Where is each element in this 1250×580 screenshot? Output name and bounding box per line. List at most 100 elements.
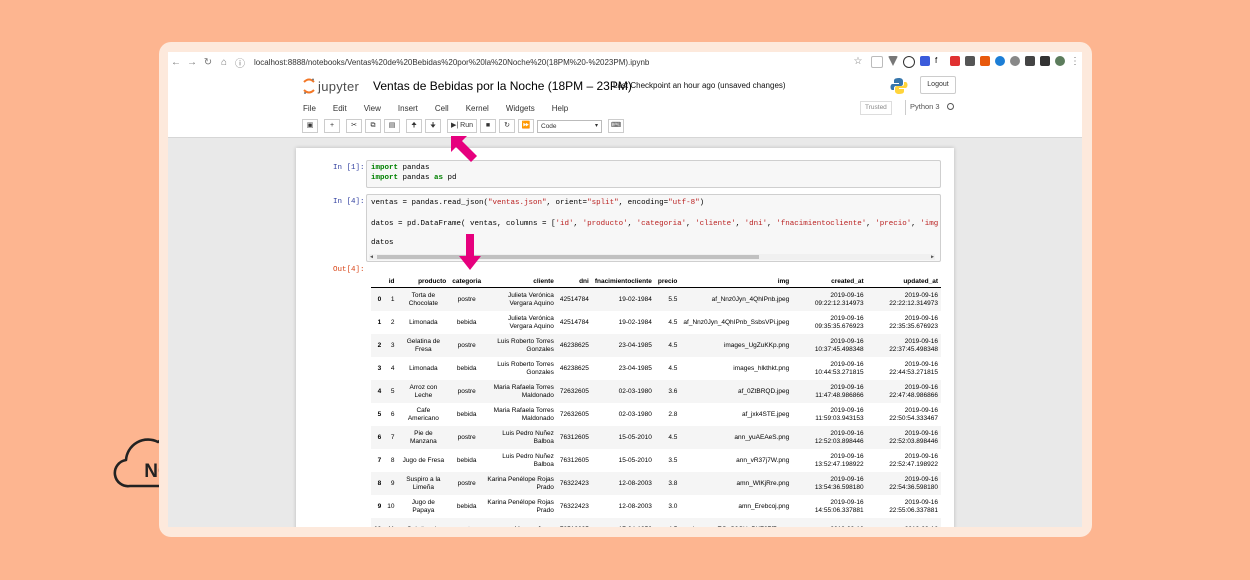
logout-button[interactable]: Logout bbox=[920, 76, 956, 94]
table-row: 2 3 Gelatina de Fresa postre Luis Roberto To… bbox=[371, 334, 941, 357]
table-cell: 76312605 bbox=[559, 456, 589, 464]
insert-cell-icon[interactable]: + bbox=[324, 119, 340, 133]
table-cell: 3 bbox=[384, 334, 398, 357]
url-text[interactable]: localhost:8888/notebooks/Ventas%20de%20B… bbox=[254, 58, 649, 67]
table-cell: Maria Rafaela Torres Maldonado bbox=[493, 407, 554, 422]
table-cell: 2019-09-16 22:52:47.198922 bbox=[889, 453, 938, 468]
table-cell: 2019-09-16 22:54:36.598180 bbox=[866, 472, 941, 495]
home-icon[interactable]: ⌂ bbox=[216, 57, 232, 68]
trusted-badge[interactable]: Trusted bbox=[860, 101, 892, 115]
menu-help[interactable]: Help bbox=[552, 104, 568, 113]
table-cell: 2019-09-16 13:54:36.598180 bbox=[792, 472, 867, 495]
scroll-left-icon[interactable]: ◀ bbox=[370, 254, 373, 260]
extension-icon[interactable] bbox=[950, 56, 960, 66]
table-cell: 2019-09-16 11:59:03.943153 bbox=[815, 407, 864, 422]
table-cell: 2019-09-16 22:55:06.337881 bbox=[889, 499, 938, 514]
dataframe-output: id producto categoria cliente dni fnacimiento… bbox=[371, 276, 941, 527]
more-menu-icon[interactable]: ⋮ bbox=[1070, 56, 1080, 68]
extension-icon[interactable] bbox=[1025, 56, 1035, 66]
table-cell: 10 bbox=[387, 502, 395, 510]
paste-icon[interactable]: ▤ bbox=[384, 119, 400, 133]
extension-icon[interactable] bbox=[871, 56, 883, 68]
run-label: Run bbox=[460, 122, 473, 129]
jupyter-logo[interactable]: jupyter bbox=[303, 78, 359, 94]
table-cell: 2019-09-16 22:50:54.333467 bbox=[889, 407, 938, 422]
scroll-right-icon[interactable]: ▶ bbox=[931, 254, 934, 260]
extension-icon[interactable] bbox=[920, 56, 930, 66]
code-line: datos bbox=[371, 239, 394, 247]
menu-cell[interactable]: Cell bbox=[435, 104, 449, 113]
menu-file[interactable]: File bbox=[303, 104, 316, 113]
extension-icon[interactable]: f bbox=[935, 56, 945, 66]
table-cell: 3.0 bbox=[668, 502, 678, 510]
extension-icon[interactable] bbox=[980, 56, 990, 66]
table-cell: 15-05-2010 bbox=[618, 456, 652, 464]
menu-widgets[interactable]: Widgets bbox=[506, 104, 535, 113]
avatar[interactable] bbox=[1055, 56, 1065, 66]
table-cell: 4.5 bbox=[654, 426, 681, 449]
table-cell: 2.8 bbox=[668, 410, 678, 418]
scrollbar-thumb[interactable] bbox=[377, 255, 759, 259]
table-cell: Luis Roberto Torres Gonzales bbox=[497, 361, 554, 376]
extension-icon[interactable] bbox=[965, 56, 975, 66]
fast-forward-icon[interactable]: ⏩ bbox=[518, 119, 534, 133]
column-header: categoria bbox=[449, 276, 485, 288]
table-cell: af_0ZtBRQD.jpeg bbox=[680, 380, 793, 403]
table-cell: 11 bbox=[384, 518, 398, 527]
move-down-icon[interactable]: 🠋 bbox=[425, 119, 441, 133]
input-prompt: In [1]: bbox=[333, 164, 365, 172]
move-up-icon[interactable]: 🠉 bbox=[406, 119, 422, 133]
table-cell: 76322423 bbox=[556, 472, 592, 495]
table-cell: images_UgZuKKp.png bbox=[680, 334, 793, 357]
row-index: 4 bbox=[371, 380, 385, 403]
column-header: dni bbox=[556, 276, 592, 288]
extension-icon[interactable] bbox=[995, 56, 1005, 66]
back-icon[interactable]: ← bbox=[168, 57, 184, 68]
table-cell: bebida bbox=[456, 410, 477, 418]
table-row: 6 7 Pie de Manzana postre Luis Pedro Nuñez B… bbox=[371, 426, 941, 449]
reload-icon[interactable]: ↻ bbox=[200, 57, 216, 68]
restart-icon[interactable]: ↻ bbox=[499, 119, 515, 133]
extension-icon[interactable] bbox=[888, 56, 898, 66]
cell-type-select[interactable]: Code ▾ bbox=[537, 119, 602, 133]
table-cell: 7 bbox=[384, 426, 398, 449]
copy-icon[interactable]: ⧉ bbox=[365, 119, 381, 133]
table-cell: 2019-09-16 22:52:03.898446 bbox=[866, 426, 941, 449]
table-cell: 5.5 bbox=[654, 287, 681, 311]
menu-insert[interactable]: Insert bbox=[398, 104, 418, 113]
star-icon[interactable]: ☆ bbox=[850, 56, 866, 68]
table-row: 9 10 Jugo de Papaya bebida Karina Penélope R… bbox=[371, 495, 941, 518]
table-cell: postre bbox=[449, 287, 485, 311]
notebook-title[interactable]: Ventas de Bebidas por la Noche (18PM – 2… bbox=[373, 79, 632, 93]
row-index: 8 bbox=[371, 472, 385, 495]
code-line: import pandas bbox=[371, 164, 430, 172]
save-icon[interactable]: ▣ bbox=[302, 119, 318, 133]
cut-icon[interactable]: ✂ bbox=[346, 119, 362, 133]
table-cell: af_jxk4STE.jpeg bbox=[741, 410, 790, 418]
table-cell: images_EGuS0CH_PXZ27f7.png bbox=[680, 518, 793, 527]
stop-icon[interactable]: ■ bbox=[480, 119, 496, 133]
table-cell: postre bbox=[449, 334, 485, 357]
checkpoint-status: Last Checkpoint an hour ago (unsaved cha… bbox=[613, 81, 786, 90]
column-header bbox=[371, 276, 385, 288]
extension-icon[interactable] bbox=[903, 56, 915, 68]
menu-edit[interactable]: Edit bbox=[333, 104, 347, 113]
table-cell: 12-08-2003 bbox=[591, 472, 655, 495]
cell-type-value: Code bbox=[541, 122, 557, 130]
forward-icon[interactable]: → bbox=[184, 57, 200, 68]
keyboard-icon[interactable]: ⌨ bbox=[608, 119, 624, 133]
horizontal-scrollbar[interactable]: ◀ ▶ bbox=[369, 254, 935, 260]
menu-kernel[interactable]: Kernel bbox=[466, 104, 489, 113]
extension-icon[interactable] bbox=[1040, 56, 1050, 66]
table-cell: Julieta Verónica Vergara Aquino bbox=[484, 287, 557, 311]
table-cell: 2019-09-16 bbox=[866, 518, 941, 527]
row-index: 0 bbox=[371, 287, 385, 311]
run-button[interactable]: ▶| Run bbox=[447, 119, 477, 133]
table-cell: Maria Rafaela Torres Maldonado bbox=[484, 380, 557, 403]
menu-bar: File Edit View Insert Cell Kernel Widget… bbox=[303, 99, 955, 117]
column-pointer-arrow-icon bbox=[459, 234, 481, 270]
table-cell: 42514784 bbox=[559, 318, 589, 326]
menu-view[interactable]: View bbox=[364, 104, 381, 113]
extension-icon[interactable] bbox=[1010, 56, 1020, 66]
code-cell-4[interactable]: ventas = pandas.read_json("ventas.json",… bbox=[366, 194, 941, 262]
